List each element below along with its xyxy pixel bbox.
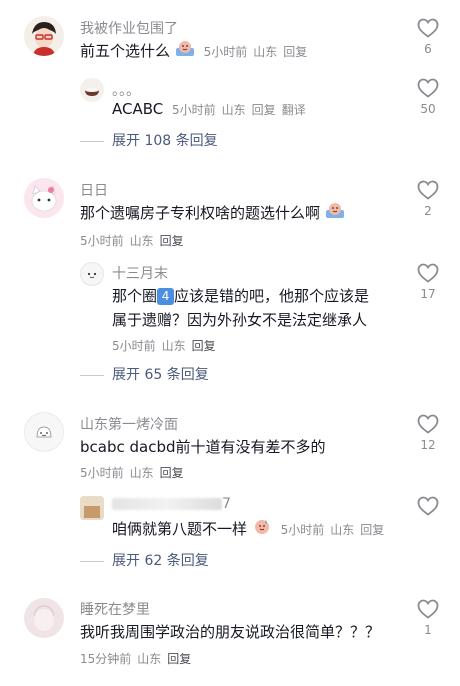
reply-text-part1: 那个圈 <box>112 287 158 305</box>
comment-location: 山东 <box>253 45 278 59</box>
keycap-number-badge: 4 <box>157 288 175 305</box>
reply-username[interactable]: 十三月末 <box>112 263 168 283</box>
avatar[interactable] <box>24 178 64 218</box>
expand-replies-button[interactable]: 展开 62 条回复 <box>80 550 209 570</box>
comment-time: 5小时前 <box>80 234 124 248</box>
divider <box>80 560 104 562</box>
avatar[interactable] <box>24 598 64 638</box>
comment-text: 前五个选什么 5小时前 山东 回复 <box>80 38 313 65</box>
comment-text-content: 前五个选什么 <box>80 42 171 60</box>
comment-username[interactable]: 日日 <box>80 180 108 200</box>
reply-button[interactable]: 回复 <box>160 466 184 480</box>
comment-meta: 5小时前 山东 回复 <box>80 232 190 249</box>
translate-button[interactable]: 翻译 <box>282 103 306 117</box>
reply-button[interactable]: 回复 <box>283 45 307 59</box>
expand-replies-button[interactable]: 展开 65 条回复 <box>80 364 209 384</box>
heart-outline-icon <box>417 599 439 619</box>
comment-text: 我听我周围学政治的朋友说政治很简单？？？ <box>80 623 381 641</box>
avatar[interactable] <box>80 496 104 520</box>
comment-meta: 5小时前 山东 回复 <box>204 45 314 59</box>
comment-meta: 5小时前 山东 回复 <box>80 464 190 481</box>
comment-time: 5小时前 <box>203 45 248 59</box>
like-button[interactable]: 12 <box>413 414 443 452</box>
reply-text-content: 咱俩就第八题不一样 <box>112 520 248 538</box>
sweat-smile-emoji-icon <box>325 201 345 227</box>
comment-meta: 15分钟前 山东 回复 <box>80 650 197 667</box>
comment-text: bcabc dacbd前十道有没有差不多的 <box>80 438 326 456</box>
like-count: 2 <box>424 204 432 218</box>
reply-location: 山东 <box>161 339 186 353</box>
heart-outline-icon <box>417 78 439 98</box>
blurred-username <box>112 498 222 510</box>
reply-text: 那个圈 4 应该是错的吧，他那个应该是 <box>112 283 369 309</box>
heart-outline-icon <box>417 180 439 200</box>
like-button[interactable]: 50 <box>413 78 443 116</box>
like-button[interactable]: 1 <box>413 599 443 637</box>
reply-text-part2: 应该是错的吧，他那个应该是 <box>174 287 370 305</box>
divider <box>80 374 104 376</box>
heart-outline-icon <box>417 496 439 516</box>
reply-button[interactable]: 回复 <box>360 523 384 537</box>
reply-button[interactable]: 回复 <box>252 103 276 117</box>
reply-button[interactable]: 回复 <box>160 234 184 248</box>
expand-replies-label: 展开 65 条回复 <box>112 367 209 383</box>
comment-location: 山东 <box>129 466 154 480</box>
reply-text: 咱俩就第八题不一样 5小时前 山东 回复 <box>112 516 390 543</box>
avatar[interactable] <box>24 412 64 452</box>
reply-username[interactable]: 7 <box>112 496 231 512</box>
reply-text: ACABC 5小时前 山东 回复 翻译 <box>112 96 312 123</box>
comment-username[interactable]: 我被作业包围了 <box>80 18 178 38</box>
comment-text: 那个遗嘱房子专利权啥的题选什么啊 <box>80 200 345 227</box>
heart-outline-icon <box>417 18 439 38</box>
reply-meta: 5小时前 山东 回复 <box>281 523 391 537</box>
avatar[interactable] <box>80 78 104 102</box>
heart-outline-icon <box>417 414 439 434</box>
reply-text-line2: 属于遗赠？因为外孙女不是法定继承人 <box>112 311 368 329</box>
reply-button[interactable]: 回复 <box>192 339 216 353</box>
like-count: 6 <box>424 42 432 56</box>
bowl-icon <box>80 78 104 102</box>
expand-replies-button[interactable]: 展开 108 条回复 <box>80 130 218 150</box>
like-button[interactable]: 2 <box>413 180 443 218</box>
heart-outline-icon <box>417 263 439 283</box>
like-count: 50 <box>420 102 436 116</box>
reply-location: 山东 <box>221 103 246 117</box>
reply-button[interactable]: 回复 <box>167 652 191 666</box>
comment-time: 15分钟前 <box>80 652 132 666</box>
avatar[interactable] <box>80 262 104 286</box>
reply-username-suffix: 7 <box>222 496 231 512</box>
comment-location: 山东 <box>137 652 162 666</box>
like-count: 1 <box>424 623 432 637</box>
like-count: 17 <box>420 287 436 301</box>
like-button[interactable]: 6 <box>413 18 443 56</box>
reply-meta: 5小时前 山东 回复 翻译 <box>172 103 312 117</box>
comment-list: 我被作业包围了 前五个选什么 5小时前 山东 回复 6 。。。 ACABC 5小时前… <box>0 0 460 686</box>
sweat-smile-emoji-icon <box>252 517 272 543</box>
reply-location: 山东 <box>330 523 355 537</box>
reply-meta: 5小时前 山东 回复 <box>112 337 222 354</box>
comment-time: 5小时前 <box>80 466 124 480</box>
expand-replies-label: 展开 108 条回复 <box>112 133 218 149</box>
expand-replies-label: 展开 62 条回复 <box>112 553 209 569</box>
divider <box>80 140 104 142</box>
comment-text-content: 那个遗嘱房子专利权啥的题选什么啊 <box>80 204 321 222</box>
reply-text-content: ACABC <box>112 100 164 118</box>
reply-time: 5小时前 <box>172 103 216 117</box>
comment-username[interactable]: 山东第一烤冷面 <box>80 414 178 434</box>
sweat-smile-emoji-icon <box>175 39 195 65</box>
avatar[interactable] <box>24 16 64 56</box>
comment-location: 山东 <box>129 234 154 248</box>
like-button[interactable] <box>413 496 443 520</box>
like-count: 12 <box>420 438 436 452</box>
like-button[interactable]: 17 <box>413 263 443 301</box>
reply-time: 5小时前 <box>280 523 325 537</box>
comment-username[interactable]: 睡死在梦里 <box>80 599 150 619</box>
reply-time: 5小时前 <box>112 339 156 353</box>
